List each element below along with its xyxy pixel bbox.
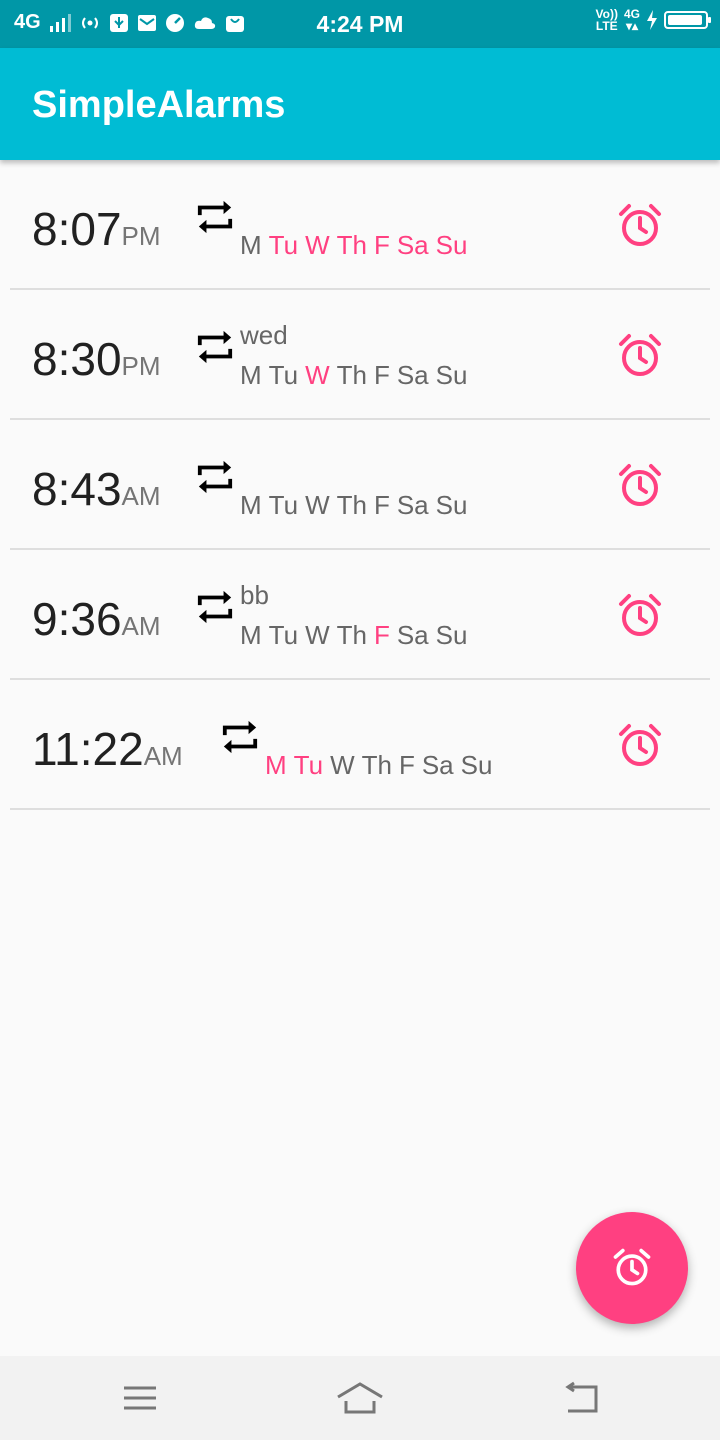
menu-icon [124,1386,156,1410]
repeat-days: M Tu W Th F Sa Su [265,750,499,781]
day-su: Su [460,750,493,780]
alarm-row[interactable]: 8:07PM M Tu W Th F Sa Su [0,160,720,290]
status-bar: 4G 4:24 PM Vo)) LTE 4G ▾▴ [0,0,720,48]
data-arrows-icon: ▾▴ [625,19,639,33]
day-tu: Tu [293,750,324,780]
day-su: Su [435,360,468,390]
day-th: Th [336,230,367,260]
network-indicator: 4G ▾▴ [624,8,640,32]
alarm-toggle-icon[interactable] [616,462,664,510]
day-tu: Tu [268,230,299,260]
add-alarm-button[interactable] [576,1212,688,1324]
alarm-ampm: PM [121,221,161,251]
day-w: W [305,230,330,260]
repeat-icon [197,460,233,494]
day-sa: Sa [396,360,429,390]
alarm-time-value: 8:30 [32,333,122,385]
day-w: W [305,490,330,520]
alarm-time: 9:36AM [32,592,161,646]
repeat-days: M Tu W Th F Sa Su [240,230,474,261]
day-tu: Tu [268,620,299,650]
alarm-row[interactable]: 8:30PM wed M Tu W Th F Sa Su [0,290,720,420]
day-w: W [305,360,330,390]
day-th: Th [336,620,367,650]
app-bar: SimpleAlarms [0,48,720,160]
alarm-toggle-icon[interactable] [616,592,664,640]
day-sa: Sa [396,490,429,520]
volte-bottom: LTE [595,19,618,33]
day-m: M [240,490,262,520]
alarm-time-value: 9:36 [32,593,122,645]
day-sa: Sa [421,750,454,780]
volte-indicator: Vo)) LTE [596,8,618,32]
alarm-time-value: 11:22 [32,723,144,775]
day-w: W [330,750,355,780]
alarm-time: 8:07PM [32,202,161,256]
alarm-ampm: AM [121,481,161,511]
day-f: F [373,360,390,390]
day-m: M [240,360,262,390]
alarm-ampm: PM [121,351,161,381]
day-tu: Tu [268,490,299,520]
alarm-label: wed [240,320,288,350]
day-f: F [373,620,390,650]
status-right: Vo)) LTE 4G ▾▴ [596,8,711,32]
back-button[interactable] [556,1378,604,1418]
day-sa: Sa [396,620,429,650]
day-su: Su [435,490,468,520]
repeat-days: M Tu W Th F Sa Su [240,620,474,651]
alarm-toggle-icon[interactable] [616,202,664,250]
menu-button[interactable] [116,1378,164,1418]
alarm-time-value: 8:07 [32,203,122,255]
repeat-icon [197,200,233,234]
repeat-icon [197,590,233,624]
alarm-row[interactable]: 8:43AM M Tu W Th F Sa Su [0,420,720,550]
back-icon [565,1381,598,1413]
battery-icon [664,11,711,29]
repeat-days: M Tu W Th F Sa Su [240,360,474,391]
alarm-ampm: AM [143,741,183,771]
day-m: M [240,230,262,260]
alarm-time: 8:30PM [32,332,161,386]
home-button[interactable] [336,1378,384,1418]
alarm-toggle-icon[interactable] [616,332,664,380]
day-th: Th [336,490,367,520]
charging-icon [647,10,657,30]
day-f: F [373,230,390,260]
alarm-time-value: 8:43 [32,463,122,515]
alarm-row[interactable]: 9:36AM bb M Tu W Th F Sa Su [0,550,720,680]
repeat-icon [222,720,258,754]
day-su: Su [435,230,468,260]
day-th: Th [361,750,392,780]
day-m: M [240,620,262,650]
home-icon [337,1382,383,1414]
alarm-toggle-icon[interactable] [616,722,664,770]
battery-fill [668,15,703,25]
day-f: F [373,490,390,520]
alarm-time: 8:43AM [32,462,161,516]
day-su: Su [435,620,468,650]
navigation-bar [0,1356,720,1440]
day-m: M [265,750,287,780]
repeat-icon [197,330,233,364]
alarm-list: 8:07PM M Tu W Th F Sa Su 8:30PM wed M Tu W Th F Sa Su 8:4… [0,160,720,810]
app-title: SimpleAlarms [32,84,286,126]
day-th: Th [336,360,367,390]
repeat-days: M Tu W Th F Sa Su [240,490,474,521]
add-alarm-icon [613,1248,651,1286]
day-f: F [398,750,415,780]
alarm-label: bb [240,580,269,610]
alarm-row[interactable]: 11:22AM M Tu W Th F Sa Su [0,680,720,810]
day-w: W [305,620,330,650]
alarm-time: 11:22AM [32,722,183,776]
day-sa: Sa [396,230,429,260]
alarm-ampm: AM [121,611,161,641]
row-divider [10,808,710,810]
day-tu: Tu [268,360,299,390]
